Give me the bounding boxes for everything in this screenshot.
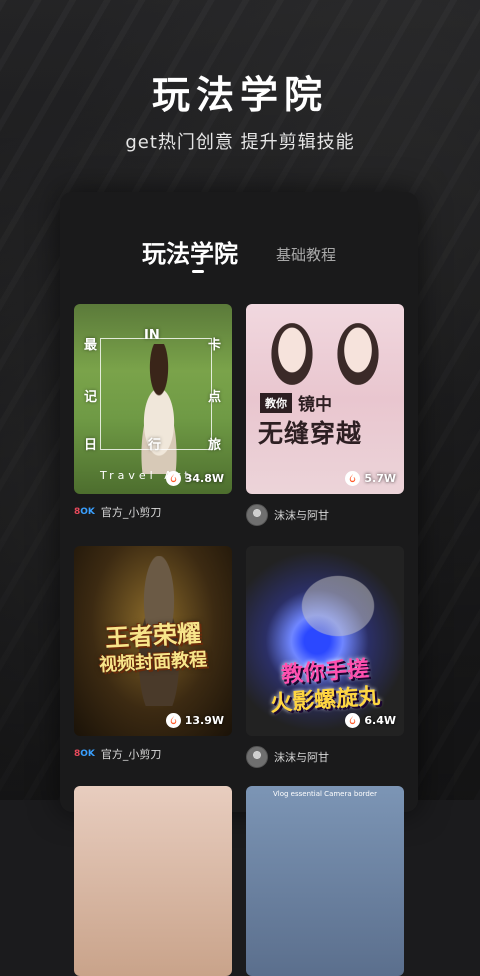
thumbnail-char: 旅 <box>208 438 222 453</box>
view-count-value: 13.9W <box>184 714 224 727</box>
thumbnail-char: IN <box>144 328 160 343</box>
tutorial-card-2[interactable]: 教你 镜中 无缝穿越 5.7W 沫沫与阿甘 <box>246 304 404 526</box>
card-thumbnail[interactable]: Vlog essential Camera border <box>246 786 404 976</box>
tab-bar: 玩法学院 基础教程 <box>60 234 418 274</box>
hero-subtitle: get热门创意 提升剪辑技能 <box>125 132 355 153</box>
tutorial-card-3[interactable]: 王者荣耀 视频封面教程 13.9W 8OK 官方_小剪刀 <box>74 546 232 762</box>
view-count: 6.4W <box>345 713 396 728</box>
author-name: 沫沫与阿甘 <box>274 509 329 522</box>
card-thumbnail[interactable]: 王者荣耀 视频封面教程 13.9W <box>74 546 232 736</box>
view-count: 34.8W <box>165 471 224 486</box>
author-name: 官方_小剪刀 <box>100 748 162 761</box>
hero-title: 玩法学院 <box>151 73 328 117</box>
card-author[interactable]: 沫沫与阿甘 <box>246 504 404 526</box>
thumbnail-char: 行 <box>148 438 162 453</box>
thumbnail-char: 日 <box>84 438 98 453</box>
author-name: 官方_小剪刀 <box>100 506 162 519</box>
tutorial-card-5[interactable] <box>74 786 232 976</box>
thumbnail-char: 卡 <box>208 338 222 353</box>
thumbnail-tag: 教你 <box>260 392 292 413</box>
tutorial-card-4[interactable]: 教你手搓 火影螺旋丸 6.4W 沫沫与阿甘 <box>246 546 404 768</box>
view-count: 13.9W <box>165 713 224 728</box>
view-count-value: 6.4W <box>364 714 396 727</box>
thumbnail-caption: Vlog essential Camera border <box>273 790 377 798</box>
thumbnail-headline: 教你 镜中 <box>260 390 332 415</box>
card-thumbnail[interactable]: 教你手搓 火影螺旋丸 6.4W <box>246 546 404 736</box>
card-thumbnail[interactable]: 最 IN 卡 记 点 日 行 旅 Travel Art 34.8W <box>74 304 232 494</box>
view-count-value: 5.7W <box>364 472 396 485</box>
thumbnail-char: 点 <box>208 390 222 405</box>
thumbnail-text: 镜中 <box>298 395 332 415</box>
tutorial-card-1[interactable]: 最 IN 卡 记 点 日 行 旅 Travel Art 34.8W 8OK 官方… <box>74 304 232 520</box>
thumbnail-text: 无缝穿越 <box>258 419 363 448</box>
tab-indicator <box>192 270 204 273</box>
content-panel: 玩法学院 基础教程 最 IN 卡 记 点 日 行 旅 Travel Art 34… <box>60 192 418 976</box>
fire-icon <box>345 713 361 728</box>
brand-logo-icon: 8OK <box>74 749 95 759</box>
tab-wanfa-xueyuan[interactable]: 玩法学院 <box>142 234 238 269</box>
fire-icon <box>345 471 361 486</box>
card-author[interactable]: 8OK 官方_小剪刀 <box>74 746 232 762</box>
view-count: 5.7W <box>345 471 396 486</box>
thumbnail-char: 记 <box>84 390 98 405</box>
fire-icon <box>165 471 181 486</box>
tab-jichu-jiaocheng[interactable]: 基础教程 <box>276 244 336 265</box>
view-count-value: 34.8W <box>184 472 224 485</box>
brand-logo-icon: 8OK <box>74 507 95 517</box>
thumbnail-image <box>326 322 390 402</box>
card-thumbnail[interactable]: 教你 镜中 无缝穿越 5.7W <box>246 304 404 494</box>
fire-icon <box>165 713 181 728</box>
tutorial-card-6[interactable]: Vlog essential Camera border <box>246 786 404 976</box>
card-author[interactable]: 沫沫与阿甘 <box>246 746 404 768</box>
author-name: 沫沫与阿甘 <box>274 751 329 764</box>
card-thumbnail[interactable] <box>74 786 232 976</box>
avatar <box>246 746 268 768</box>
avatar <box>246 504 268 526</box>
thumbnail-char: 最 <box>84 338 98 353</box>
card-author[interactable]: 8OK 官方_小剪刀 <box>74 504 232 520</box>
